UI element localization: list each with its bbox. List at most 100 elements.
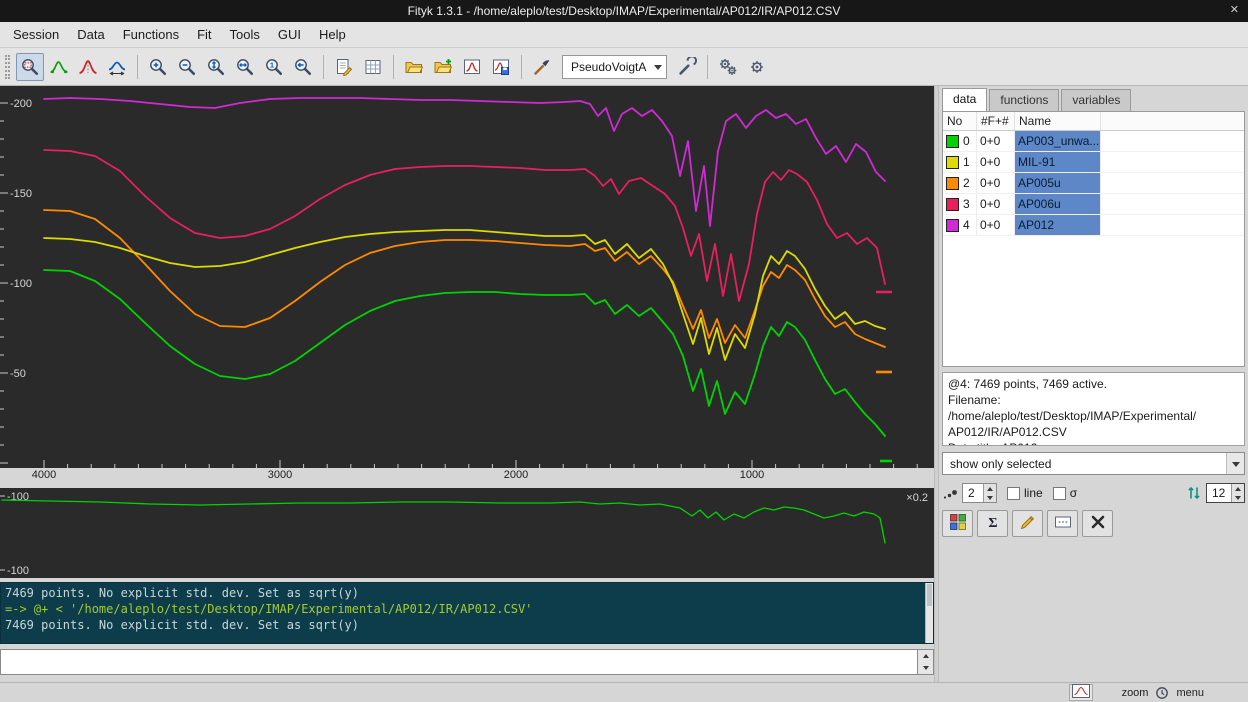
chart-document-button[interactable]	[458, 53, 486, 81]
delete-button[interactable]	[1082, 510, 1113, 537]
toolbar-drag-handle-icon[interactable]	[5, 55, 10, 79]
menu-gui[interactable]: GUI	[269, 23, 310, 46]
checkbox-box[interactable]	[1007, 487, 1020, 500]
grid-button[interactable]	[359, 53, 387, 81]
point-size-icon	[942, 485, 958, 501]
wrench-button[interactable]	[673, 53, 701, 81]
tab-variables[interactable]: variables	[1061, 89, 1131, 111]
peak-type-dropdown[interactable]: PseudoVoigtA	[562, 55, 667, 79]
plot-column: -200-150-100-50 4000300020001000 -100-10…	[0, 86, 934, 682]
spin-down-arrow-icon[interactable]	[918, 662, 933, 674]
titlebar: Fityk 1.3.1 - /home/aleplo/test/Desktop/…	[0, 0, 1248, 22]
command-input[interactable]	[0, 649, 918, 675]
dataset-name-cell: AP005u	[1015, 173, 1101, 193]
column-header-name: Name	[1015, 112, 1101, 130]
shift-spinner[interactable]: 12	[1206, 483, 1245, 503]
datasets-grid-button[interactable]	[942, 510, 973, 537]
zoom-out-button[interactable]	[173, 53, 201, 81]
menu-functions[interactable]: Functions	[114, 23, 188, 46]
console-scrollbar[interactable]	[925, 583, 933, 643]
data-range-mode-button[interactable]	[45, 53, 73, 81]
aux-plot[interactable]: -100-100×0.2	[0, 488, 934, 578]
brush-button[interactable]	[528, 53, 556, 81]
aux-plot-canvas[interactable]: -100-100×0.2	[0, 488, 934, 578]
show-inactive-button[interactable]	[1047, 510, 1078, 537]
table-row[interactable]: 10+0MIL-91	[943, 152, 1244, 173]
zoom-vertical-button[interactable]	[202, 53, 230, 81]
sum-button[interactable]: Σ	[977, 510, 1008, 537]
save-chart-button[interactable]	[487, 53, 515, 81]
zoom-previous-button[interactable]	[289, 53, 317, 81]
add-peak-mode-icon	[78, 57, 98, 77]
grid-icon	[363, 57, 383, 77]
open-folder-plus-icon	[433, 57, 453, 77]
open-folder-plus-button[interactable]	[429, 53, 457, 81]
zoom-100-button[interactable]: 1	[260, 53, 288, 81]
scrollbar-thumb[interactable]	[927, 584, 932, 606]
menu-help[interactable]: Help	[310, 23, 355, 46]
toolbar-separator	[393, 55, 394, 79]
open-folder-button[interactable]	[400, 53, 428, 81]
menu-session[interactable]: Session	[4, 23, 68, 46]
svg-text:Σ: Σ	[988, 516, 997, 531]
chevron-down-icon	[654, 65, 662, 74]
spinner-arrows[interactable]	[983, 484, 996, 502]
table-row[interactable]: 40+0AP012	[943, 215, 1244, 236]
menu-tools[interactable]: Tools	[221, 23, 269, 46]
spin-up-arrow-icon[interactable]	[918, 650, 933, 662]
tab-data[interactable]: data	[942, 88, 987, 111]
point-size-spinner[interactable]: 2	[962, 483, 997, 503]
table-row[interactable]: 30+0AP006u	[943, 194, 1244, 215]
spinner-arrows[interactable]	[1231, 484, 1244, 502]
zoom-mode-button[interactable]	[16, 53, 44, 81]
zoom-previous-icon	[293, 57, 313, 77]
zoom-vertical-icon	[206, 57, 226, 77]
run-one-gear-button[interactable]	[743, 53, 771, 81]
table-row[interactable]: 00+0AP003_unwa...	[943, 131, 1244, 152]
sigma-checkbox[interactable]: σ	[1053, 486, 1077, 500]
zoom-in-button[interactable]	[144, 53, 172, 81]
chevron-down-icon[interactable]	[1226, 453, 1244, 474]
dataset-color-swatch	[946, 156, 959, 169]
sidebar-buttons: Σ	[942, 510, 1245, 540]
tab-functions[interactable]: functions	[989, 89, 1059, 111]
output-console[interactable]: 7469 points. No explicit std. dev. Set a…	[0, 582, 934, 644]
menu-button[interactable]: menu	[1176, 687, 1204, 699]
command-history-spinner[interactable]	[918, 649, 934, 675]
dataset-info: @4: 7469 points, 7469 active.Filename: /…	[942, 372, 1245, 446]
zoom-menu-button[interactable]: zoom	[1122, 687, 1149, 699]
filter-dropdown[interactable]: show only selected	[942, 452, 1245, 475]
dataset-number-cell: 2	[943, 173, 977, 193]
chart-document-icon	[462, 57, 482, 77]
menubar: SessionDataFunctionsFitToolsGUIHelp	[0, 22, 1248, 48]
plot-settings-button[interactable]	[1069, 684, 1093, 701]
datasets-grid-icon	[948, 512, 968, 535]
menu-data[interactable]: Data	[68, 23, 113, 46]
dataset-color-swatch	[946, 177, 959, 190]
info-line: AP012/IR/AP012.CSV	[948, 424, 1239, 440]
main-plot-canvas[interactable]: -200-150-100-50	[0, 86, 934, 468]
dataset-functions-cell: 0+0	[977, 173, 1015, 193]
line-checkbox[interactable]: line	[1007, 486, 1043, 500]
info-line: Data title: AP012	[948, 440, 1239, 446]
dataset-number: 1	[963, 155, 970, 169]
clock-icon[interactable]	[1155, 686, 1169, 700]
activate-peak-mode-button[interactable]	[103, 53, 131, 81]
zoom-horizontal-button[interactable]	[231, 53, 259, 81]
console-lines: 7469 points. No explicit std. dev. Set a…	[5, 585, 921, 633]
edit-data-button[interactable]	[1012, 510, 1043, 537]
window-title: Fityk 1.3.1 - /home/aleplo/test/Desktop/…	[408, 4, 841, 18]
close-button[interactable]: ✕	[1230, 3, 1239, 16]
run-gears-icon	[718, 57, 738, 77]
new-script-button[interactable]	[330, 53, 358, 81]
dataset-functions-cell: 0+0	[977, 152, 1015, 172]
menu-fit[interactable]: Fit	[188, 23, 220, 46]
checkbox-box[interactable]	[1053, 487, 1066, 500]
main-plot[interactable]: -200-150-100-50 4000300020001000	[0, 86, 934, 484]
add-peak-mode-button[interactable]	[74, 53, 102, 81]
table-row[interactable]: 20+0AP005u	[943, 173, 1244, 194]
run-gears-button[interactable]	[714, 53, 742, 81]
command-row	[0, 649, 934, 675]
aux-top-label: -100	[7, 491, 29, 503]
table-rows: 00+0AP003_unwa...10+0MIL-9120+0AP005u30+…	[943, 131, 1244, 236]
